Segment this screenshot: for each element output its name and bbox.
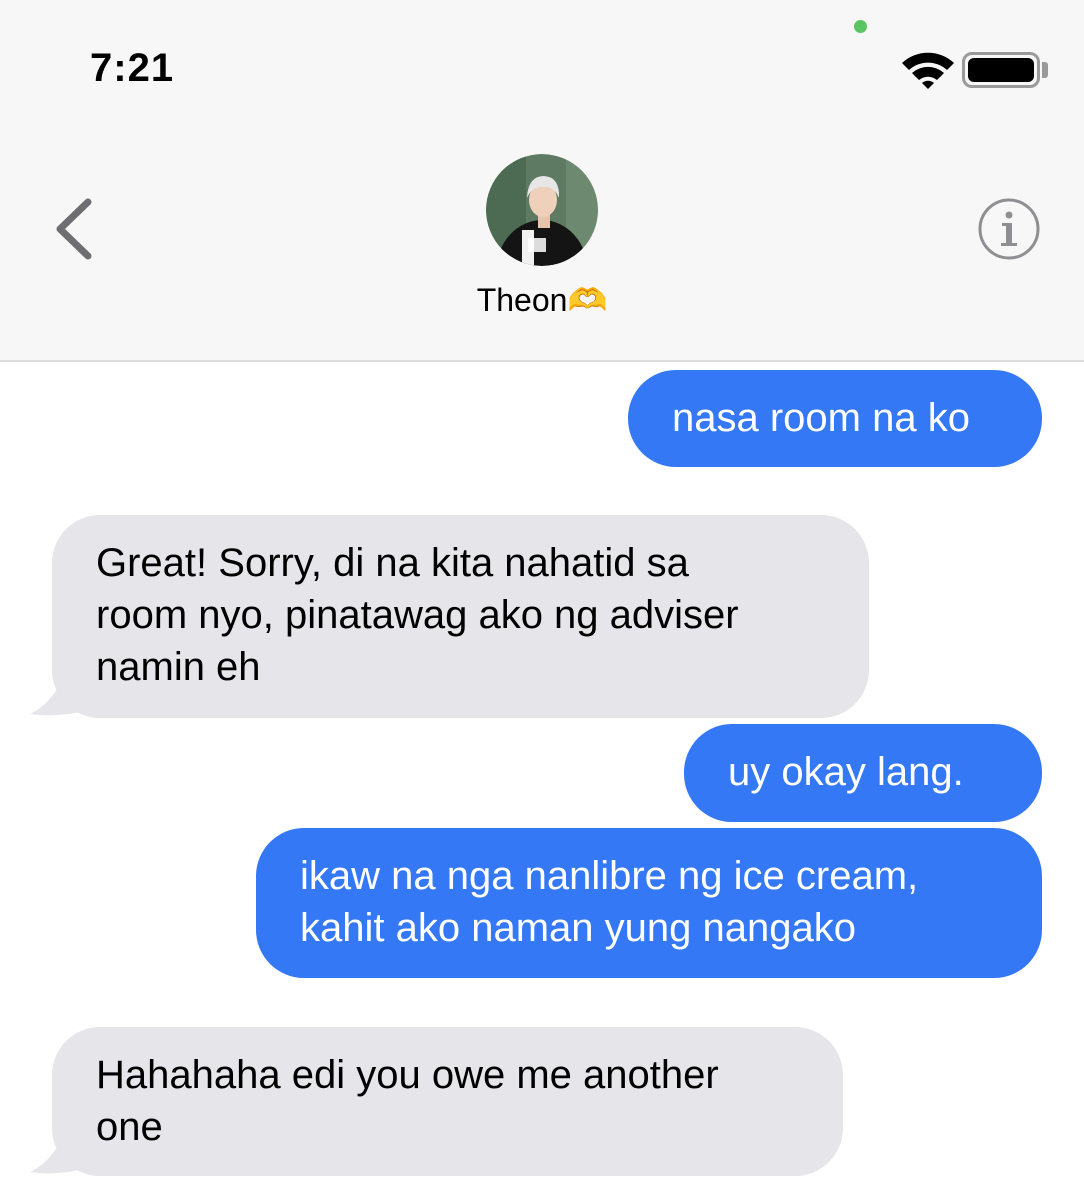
status-time: 7:21 xyxy=(90,46,175,90)
microphone-indicator-dot xyxy=(854,20,867,33)
message-line: nasa room na ko xyxy=(672,396,970,440)
battery-icon xyxy=(962,52,1040,88)
message-line: kahit ako naman yung nangako xyxy=(300,906,856,950)
message-line: Great! Sorry, di na kita nahatid sa xyxy=(96,541,689,585)
message-line: room nyo, pinatawag ako ng adviser xyxy=(96,593,739,637)
incoming-message[interactable]: Great! Sorry, di na kita nahatid sa room… xyxy=(52,515,869,718)
wifi-icon xyxy=(902,52,954,89)
chevron-left-icon[interactable] xyxy=(50,196,100,262)
conversation-header: 7:21 Theon🫶 xyxy=(0,0,1084,362)
contact-name[interactable]: Theon🫶 xyxy=(0,281,1084,319)
outgoing-message[interactable]: ikaw na nga nanlibre ng ice cream, kahit… xyxy=(256,828,1042,978)
battery-cap xyxy=(1042,62,1048,78)
message-line: uy okay lang. xyxy=(728,750,964,794)
outgoing-message[interactable]: nasa room na ko xyxy=(628,370,1042,467)
info-icon[interactable] xyxy=(977,197,1041,261)
outgoing-message[interactable]: uy okay lang. xyxy=(684,724,1042,822)
message-line: one xyxy=(96,1105,163,1149)
incoming-message[interactable]: Hahahaha edi you owe me another one xyxy=(52,1027,843,1176)
message-line: ikaw na nga nanlibre ng ice cream, xyxy=(300,854,919,898)
message-line: Hahahaha edi you owe me another xyxy=(96,1053,719,1097)
message-line: namin eh xyxy=(96,645,261,689)
contact-avatar[interactable] xyxy=(486,154,598,266)
